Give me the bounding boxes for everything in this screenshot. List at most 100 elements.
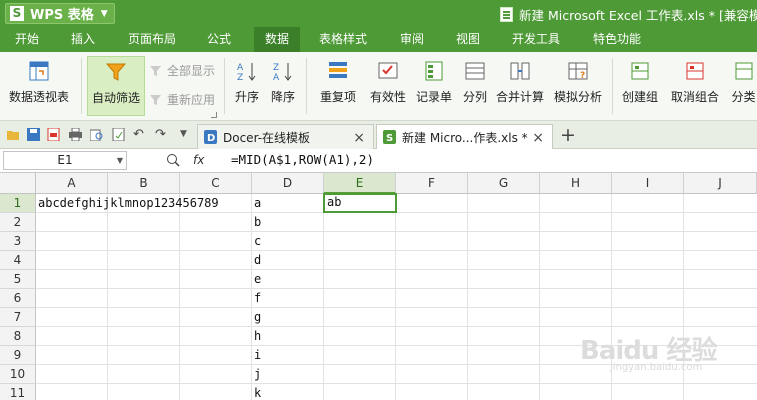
menu-formulas[interactable]: 公式	[196, 27, 242, 52]
tab-spreadsheet[interactable]: S 新建 Micro...作表.xls * ×	[376, 124, 553, 149]
select-all-corner[interactable]	[0, 173, 36, 194]
tab-close-icon[interactable]: ×	[353, 130, 365, 146]
ungroup-button[interactable]: 取消组合	[666, 56, 724, 116]
row-header-2[interactable]: 2	[0, 213, 36, 232]
cell-d4[interactable]: d	[252, 251, 261, 270]
filter-group-launcher-icon[interactable]	[211, 112, 217, 118]
split-column-button[interactable]: 分列	[458, 56, 492, 116]
menu-home[interactable]: 开始	[4, 27, 50, 52]
column-header-e[interactable]: E	[324, 173, 396, 194]
menu-page-layout[interactable]: 页面布局	[120, 27, 184, 52]
formula-input[interactable]: =MID(A$1,ROW(A1),2)	[231, 152, 374, 167]
row-header-1[interactable]: 1	[0, 194, 36, 213]
column-header-i[interactable]: I	[612, 173, 684, 194]
row-header-11[interactable]: 11	[0, 384, 36, 400]
cell-d5[interactable]: e	[252, 270, 261, 289]
app-menu-button[interactable]: S WPS 表格 ▼	[5, 3, 115, 24]
autofilter-button[interactable]: 自动筛选	[87, 56, 145, 116]
pivot-table-button[interactable]: 数据透视表	[4, 56, 74, 116]
row-header-6[interactable]: 6	[0, 289, 36, 308]
print-icon[interactable]	[69, 127, 82, 142]
cell-d11[interactable]: k	[252, 384, 261, 400]
column-header-g[interactable]: G	[468, 173, 540, 194]
row-header-9[interactable]: 9	[0, 346, 36, 365]
cell-d7[interactable]: g	[252, 308, 261, 327]
spell-check-icon[interactable]	[112, 127, 125, 142]
cell-d9[interactable]: i	[252, 346, 261, 365]
row-header-10[interactable]: 10	[0, 365, 36, 384]
show-all-label: 全部显示	[167, 64, 216, 78]
zoom-search-icon[interactable]	[166, 153, 180, 170]
export-pdf-icon[interactable]	[47, 127, 60, 142]
sort-ascending-button[interactable]: AZ 升序	[230, 56, 264, 116]
save-icon[interactable]	[27, 128, 40, 141]
row-header-7[interactable]: 7	[0, 308, 36, 327]
create-group-button[interactable]: 创建组	[618, 56, 662, 116]
reapply-button[interactable]: 重新应用	[149, 91, 215, 108]
column-header-f[interactable]: F	[396, 173, 468, 194]
what-if-analysis-button[interactable]: ? 模拟分析	[550, 56, 606, 116]
print-preview-icon[interactable]	[89, 128, 103, 142]
chevron-down-icon: ▼	[100, 8, 108, 19]
cell-e1-selected[interactable]: ab	[323, 193, 397, 213]
menu-view[interactable]: 视图	[445, 27, 491, 52]
filter-reapply-icon	[149, 93, 163, 107]
open-folder-icon[interactable]	[7, 128, 20, 141]
new-tab-icon[interactable]: +	[560, 124, 576, 146]
duplicates-button[interactable]: 重复项	[311, 56, 365, 116]
svg-text:D: D	[207, 133, 215, 144]
sort-descending-button[interactable]: ZA 降序	[266, 56, 300, 116]
redo-icon[interactable]: ↷	[155, 128, 168, 141]
menu-insert[interactable]: 插入	[60, 27, 106, 52]
insert-function-icon[interactable]: fx	[193, 153, 204, 167]
split-column-label: 分列	[462, 90, 487, 104]
validity-label: 有效性	[369, 90, 406, 104]
menu-table-style[interactable]: 表格样式	[310, 27, 376, 52]
menu-data[interactable]: 数据	[254, 27, 300, 52]
record-form-button[interactable]: 记录单	[412, 56, 456, 116]
svg-text:Z: Z	[237, 73, 243, 82]
cell-d3[interactable]: c	[252, 232, 261, 251]
row-header-5[interactable]: 5	[0, 270, 36, 289]
menu-review[interactable]: 审阅	[389, 27, 435, 52]
filter-icon	[105, 61, 127, 83]
cell-d2[interactable]: b	[252, 213, 261, 232]
column-header-a[interactable]: A	[36, 173, 108, 194]
column-header-d[interactable]: D	[252, 173, 324, 194]
column-header-h[interactable]: H	[540, 173, 612, 194]
tab-docer-templates[interactable]: D Docer-在线模板 ×	[197, 124, 374, 149]
cell-d10[interactable]: j	[252, 365, 261, 384]
create-group-icon	[629, 60, 651, 82]
row-header-4[interactable]: 4	[0, 251, 36, 270]
svg-text:A: A	[237, 63, 244, 73]
cell-d8[interactable]: h	[252, 327, 261, 346]
window-title-text: 新建 Microsoft Excel 工作表.xls * [兼容模式]	[519, 8, 757, 23]
column-header-c[interactable]: C	[180, 173, 252, 194]
row-header-3[interactable]: 3	[0, 232, 36, 251]
cell-d6[interactable]: f	[252, 289, 261, 308]
validity-button[interactable]: 有效性	[367, 56, 409, 116]
formula-bar: E1 ▼ fx =MID(A$1,ROW(A1),2)	[0, 149, 757, 173]
column-header-b[interactable]: B	[108, 173, 180, 194]
tab-close-icon[interactable]: ×	[532, 130, 544, 146]
duplicates-icon	[327, 60, 349, 82]
cell-d1[interactable]: a	[252, 194, 261, 213]
column-header-j[interactable]: J	[684, 173, 757, 194]
consolidate-label: 合并计算	[495, 90, 544, 104]
subtotal-button[interactable]: 分类	[730, 56, 757, 116]
consolidate-button[interactable]: 合并计算	[494, 56, 546, 116]
name-box[interactable]: E1 ▼	[3, 151, 127, 170]
show-all-button[interactable]: 全部显示	[149, 62, 215, 79]
tab-spreadsheet-label: 新建 Micro...作表.xls *	[402, 130, 528, 145]
svg-text:Z: Z	[273, 63, 279, 73]
menu-special[interactable]: 特色功能	[584, 27, 650, 52]
cell-a1[interactable]: abcdefghijklmnop123456789	[36, 194, 219, 213]
customize-toolbar-icon[interactable]: ▼	[180, 128, 193, 141]
chevron-down-icon[interactable]: ▼	[117, 152, 123, 169]
sort-descending-icon: ZA	[272, 60, 294, 83]
row-header-8[interactable]: 8	[0, 327, 36, 346]
what-if-analysis-icon: ?	[567, 60, 589, 82]
subtotal-label: 分类	[731, 90, 756, 104]
menu-developer[interactable]: 开发工具	[503, 27, 569, 52]
undo-icon[interactable]: ↶	[133, 128, 146, 141]
